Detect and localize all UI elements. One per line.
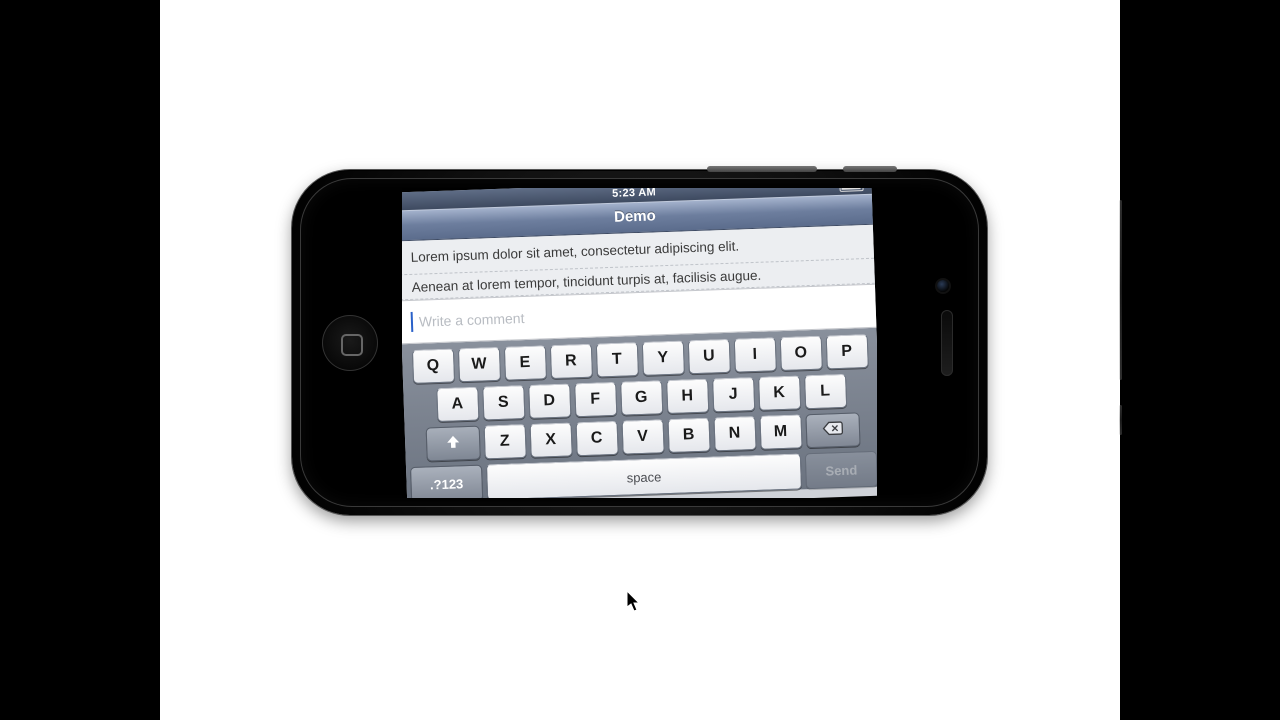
earpiece bbox=[941, 310, 953, 376]
key-g[interactable]: G bbox=[620, 380, 663, 415]
key-i[interactable]: I bbox=[733, 337, 776, 372]
key-a[interactable]: A bbox=[436, 387, 479, 422]
front-camera bbox=[937, 280, 949, 292]
phone-body: 5:23 AM Demo Lorem ipsum dolor sit amet,… bbox=[292, 170, 987, 515]
key-x[interactable]: X bbox=[529, 422, 572, 457]
pillarbox-left bbox=[0, 0, 160, 720]
key-c[interactable]: C bbox=[575, 421, 618, 456]
shift-icon bbox=[443, 433, 462, 455]
key-send[interactable]: Send bbox=[805, 451, 877, 489]
key-q[interactable]: Q bbox=[411, 348, 454, 383]
key-n[interactable]: N bbox=[713, 416, 756, 451]
key-b[interactable]: B bbox=[667, 418, 710, 453]
key-j[interactable]: J bbox=[712, 377, 755, 412]
key-space[interactable]: space bbox=[486, 453, 802, 498]
key-v[interactable]: V bbox=[621, 419, 664, 454]
key-o[interactable]: O bbox=[779, 336, 822, 371]
battery-icon bbox=[839, 188, 863, 192]
key-s[interactable]: S bbox=[482, 385, 525, 420]
comment-placeholder: Write a comment bbox=[419, 310, 525, 330]
stage: 5:23 AM Demo Lorem ipsum dolor sit amet,… bbox=[160, 0, 1120, 720]
mouse-cursor-icon bbox=[626, 590, 642, 617]
home-button[interactable] bbox=[322, 315, 378, 371]
key-u[interactable]: U bbox=[687, 339, 730, 374]
sleep-button bbox=[843, 166, 897, 172]
key-d[interactable]: D bbox=[528, 383, 571, 418]
key-z[interactable]: Z bbox=[483, 424, 526, 459]
key-w[interactable]: W bbox=[457, 347, 500, 382]
text-caret bbox=[411, 312, 414, 332]
key-shift[interactable] bbox=[425, 426, 480, 462]
volume-buttons bbox=[707, 166, 817, 172]
key-e[interactable]: E bbox=[503, 345, 546, 380]
key-r[interactable]: R bbox=[549, 344, 592, 379]
key-m[interactable]: M bbox=[759, 414, 802, 449]
key-y[interactable]: Y bbox=[641, 340, 684, 375]
status-time: 5:23 AM bbox=[612, 188, 656, 200]
nav-title: Demo bbox=[614, 207, 656, 225]
backspace-icon bbox=[821, 419, 844, 441]
phone-screen: 5:23 AM Demo Lorem ipsum dolor sit amet,… bbox=[402, 188, 877, 498]
decorative-edge bbox=[1119, 200, 1122, 380]
ios-ui: 5:23 AM Demo Lorem ipsum dolor sit amet,… bbox=[402, 188, 877, 498]
key-k[interactable]: K bbox=[758, 375, 801, 410]
key-backspace[interactable] bbox=[805, 412, 860, 448]
pillarbox-right bbox=[1120, 0, 1280, 720]
key-p[interactable]: P bbox=[825, 334, 868, 369]
keyboard: Q W E R T Y U I O P A S D bbox=[402, 328, 877, 498]
decorative-edge bbox=[1119, 405, 1122, 435]
key-t[interactable]: T bbox=[595, 342, 638, 377]
key-h[interactable]: H bbox=[666, 379, 709, 414]
key-l[interactable]: L bbox=[804, 374, 847, 409]
key-f[interactable]: F bbox=[574, 382, 617, 417]
key-numeric-mode[interactable]: .?123 bbox=[410, 465, 483, 498]
